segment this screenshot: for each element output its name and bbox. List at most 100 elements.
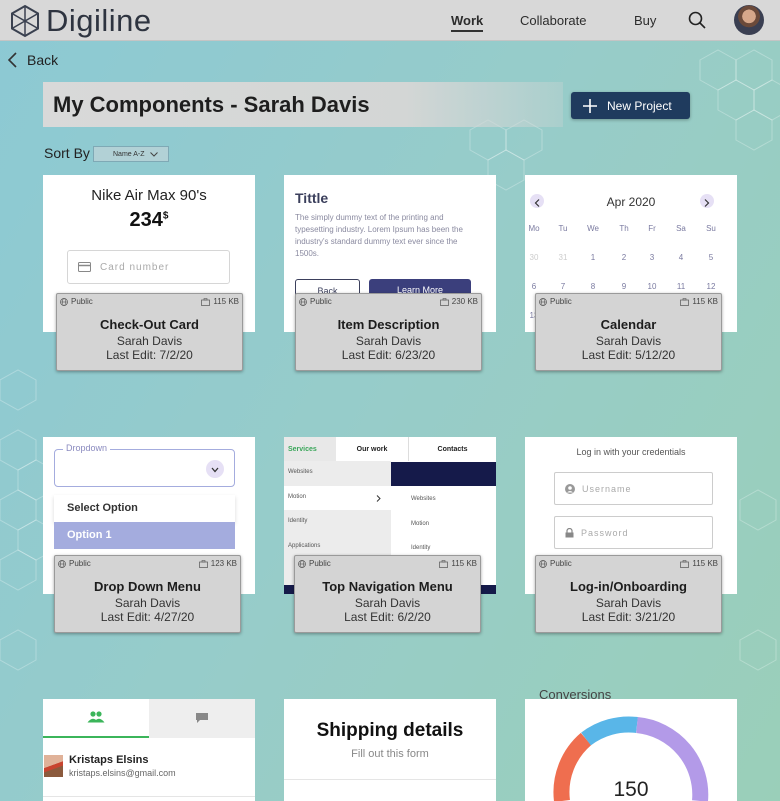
file-size: 115 KB — [201, 297, 239, 306]
topnav-tab[interactable]: Contacts — [408, 437, 496, 461]
calendar-next-button[interactable] — [700, 194, 714, 208]
shipping-title: Shipping details — [316, 720, 464, 741]
topnav-sub-item[interactable]: Identity — [411, 545, 430, 551]
component-preview-conversions[interactable]: Conversions 150 — [525, 688, 737, 801]
item-body: The simply dummy text of the printing an… — [295, 213, 463, 258]
nav-item-work[interactable]: Work — [451, 13, 484, 32]
component-info-checkout[interactable]: Public 115 KB Check-Out Card Sarah Davis… — [56, 293, 243, 371]
divider — [43, 796, 255, 797]
search-button[interactable] — [688, 11, 706, 34]
nav-item-collaborate[interactable]: Collaborate — [520, 13, 587, 28]
weekday-label: Tu — [558, 224, 568, 233]
topnav-side-item[interactable]: Identity — [288, 518, 307, 524]
sort-select[interactable]: Name A-Z — [93, 146, 169, 162]
login-title: Log in with your credentials — [576, 447, 686, 457]
component-last-edit: Last Edit: 6/23/20 — [341, 348, 436, 362]
calendar-day: 10 — [647, 282, 657, 291]
weekday-label: Sa — [676, 224, 686, 233]
chevron-right-icon — [376, 495, 381, 502]
visibility-badge: Public — [60, 297, 93, 306]
component-preview-contact[interactable]: Kristaps Elsins kristaps.elsins@gmail.co… — [43, 699, 255, 801]
topnav-tab[interactable]: Our work — [336, 437, 408, 461]
component-name: Check-Out Card — [100, 317, 199, 332]
component-last-edit: Last Edit: 6/2/20 — [344, 610, 431, 624]
sort-label: Sort By — [44, 145, 90, 161]
weekday-label: Su — [706, 224, 716, 233]
page-title-bar: My Components - Sarah Davis — [43, 82, 563, 127]
dropdown-option[interactable]: Select Option — [54, 495, 235, 522]
plus-icon — [583, 98, 597, 113]
weekday-label: Fr — [648, 224, 656, 233]
briefcase-icon — [198, 559, 208, 568]
file-size: 115 KB — [439, 559, 477, 568]
contact-email: kristaps.elsins@gmail.com — [69, 768, 176, 778]
visibility-badge: Public — [299, 297, 332, 306]
component-info-dropdown[interactable]: Public 123 KB Drop Down Menu Sarah Davis… — [54, 555, 241, 633]
card-number-placeholder: Card number — [100, 261, 170, 273]
file-size: 115 KB — [680, 297, 718, 306]
globe-icon — [539, 559, 547, 568]
topnav-tab[interactable]: Services — [284, 437, 336, 461]
component-author: Sarah Davis — [354, 596, 421, 610]
people-icon — [87, 711, 105, 723]
component-preview-shipping[interactable]: Shipping details Fill out this form — [284, 699, 496, 801]
nav-item-buy[interactable]: Buy — [634, 13, 656, 28]
shipping-subtitle: Fill out this form — [351, 748, 429, 760]
briefcase-icon — [680, 297, 690, 306]
username-field[interactable]: Username — [554, 472, 713, 505]
username-placeholder: Username — [582, 483, 632, 494]
search-icon — [688, 11, 706, 29]
contact-name: Kristaps Elsins — [69, 754, 149, 766]
component-info-top-nav[interactable]: Public 115 KB Top Navigation Menu Sarah … — [294, 555, 481, 633]
password-field[interactable]: Password — [554, 516, 713, 549]
component-author: Sarah Davis — [114, 596, 181, 610]
dropdown-label: Dropdown — [63, 443, 111, 453]
back-button[interactable]: Back — [8, 52, 58, 68]
briefcase-icon — [439, 297, 449, 306]
component-info-item-description[interactable]: Public 230 KB Item Description Sarah Dav… — [295, 293, 482, 371]
dropdown-toggle[interactable] — [206, 460, 224, 478]
visibility-badge: Public — [539, 559, 572, 568]
new-project-button[interactable]: New Project — [571, 92, 690, 119]
visibility-badge: Public — [539, 297, 572, 306]
briefcase-icon — [680, 559, 690, 568]
password-placeholder: Password — [581, 527, 629, 538]
contact-tab-people[interactable] — [43, 699, 149, 738]
card-number-input[interactable]: Card number — [67, 250, 230, 284]
component-last-edit: Last Edit: 3/21/20 — [581, 610, 676, 624]
logo-icon — [11, 4, 39, 38]
globe-icon — [299, 297, 307, 306]
chevron-left-icon — [8, 52, 17, 68]
component-info-login[interactable]: Public 115 KB Log-in/Onboarding Sarah Da… — [535, 555, 722, 633]
calendar-day: 12 — [706, 282, 716, 291]
dropdown-option-selected[interactable]: Option 1 — [54, 522, 235, 549]
component-author: Sarah Davis — [595, 596, 662, 610]
component-name: Drop Down Menu — [94, 579, 201, 594]
credit-card-icon — [78, 262, 91, 272]
topnav-side-item[interactable]: Applications — [288, 543, 320, 549]
user-avatar[interactable] — [734, 5, 764, 35]
component-info-calendar[interactable]: Public 115 KB Calendar Sarah Davis Last … — [535, 293, 722, 371]
calendar-day: 6 — [531, 282, 537, 291]
calendar-day: 3 — [649, 253, 655, 262]
back-label: Back — [27, 52, 59, 68]
chevron-down-icon — [149, 151, 158, 157]
weekday-label: We — [587, 224, 599, 233]
brand-logo[interactable]: Digiline — [8, 3, 152, 39]
topnav-side-item[interactable]: Websites — [288, 469, 313, 475]
calendar-day: 31 — [558, 253, 568, 262]
visibility-badge: Public — [58, 559, 91, 568]
file-size: 230 KB — [439, 297, 478, 306]
page-title: My Components - Sarah Davis — [53, 92, 370, 117]
topnav-sub-item[interactable]: Websites — [411, 496, 436, 502]
topnav-side-item-active[interactable]: Motion — [284, 486, 391, 510]
component-author: Sarah Davis — [116, 334, 183, 348]
dropdown-field[interactable]: Dropdown — [54, 443, 235, 487]
chevron-right-icon — [704, 199, 710, 207]
contact-tab-messages[interactable] — [149, 699, 255, 738]
topnav-sub-item[interactable]: Motion — [411, 521, 429, 527]
lock-icon — [565, 527, 574, 537]
component-author: Sarah Davis — [595, 334, 662, 348]
file-size: 115 KB — [680, 559, 718, 568]
chat-icon — [196, 713, 208, 723]
